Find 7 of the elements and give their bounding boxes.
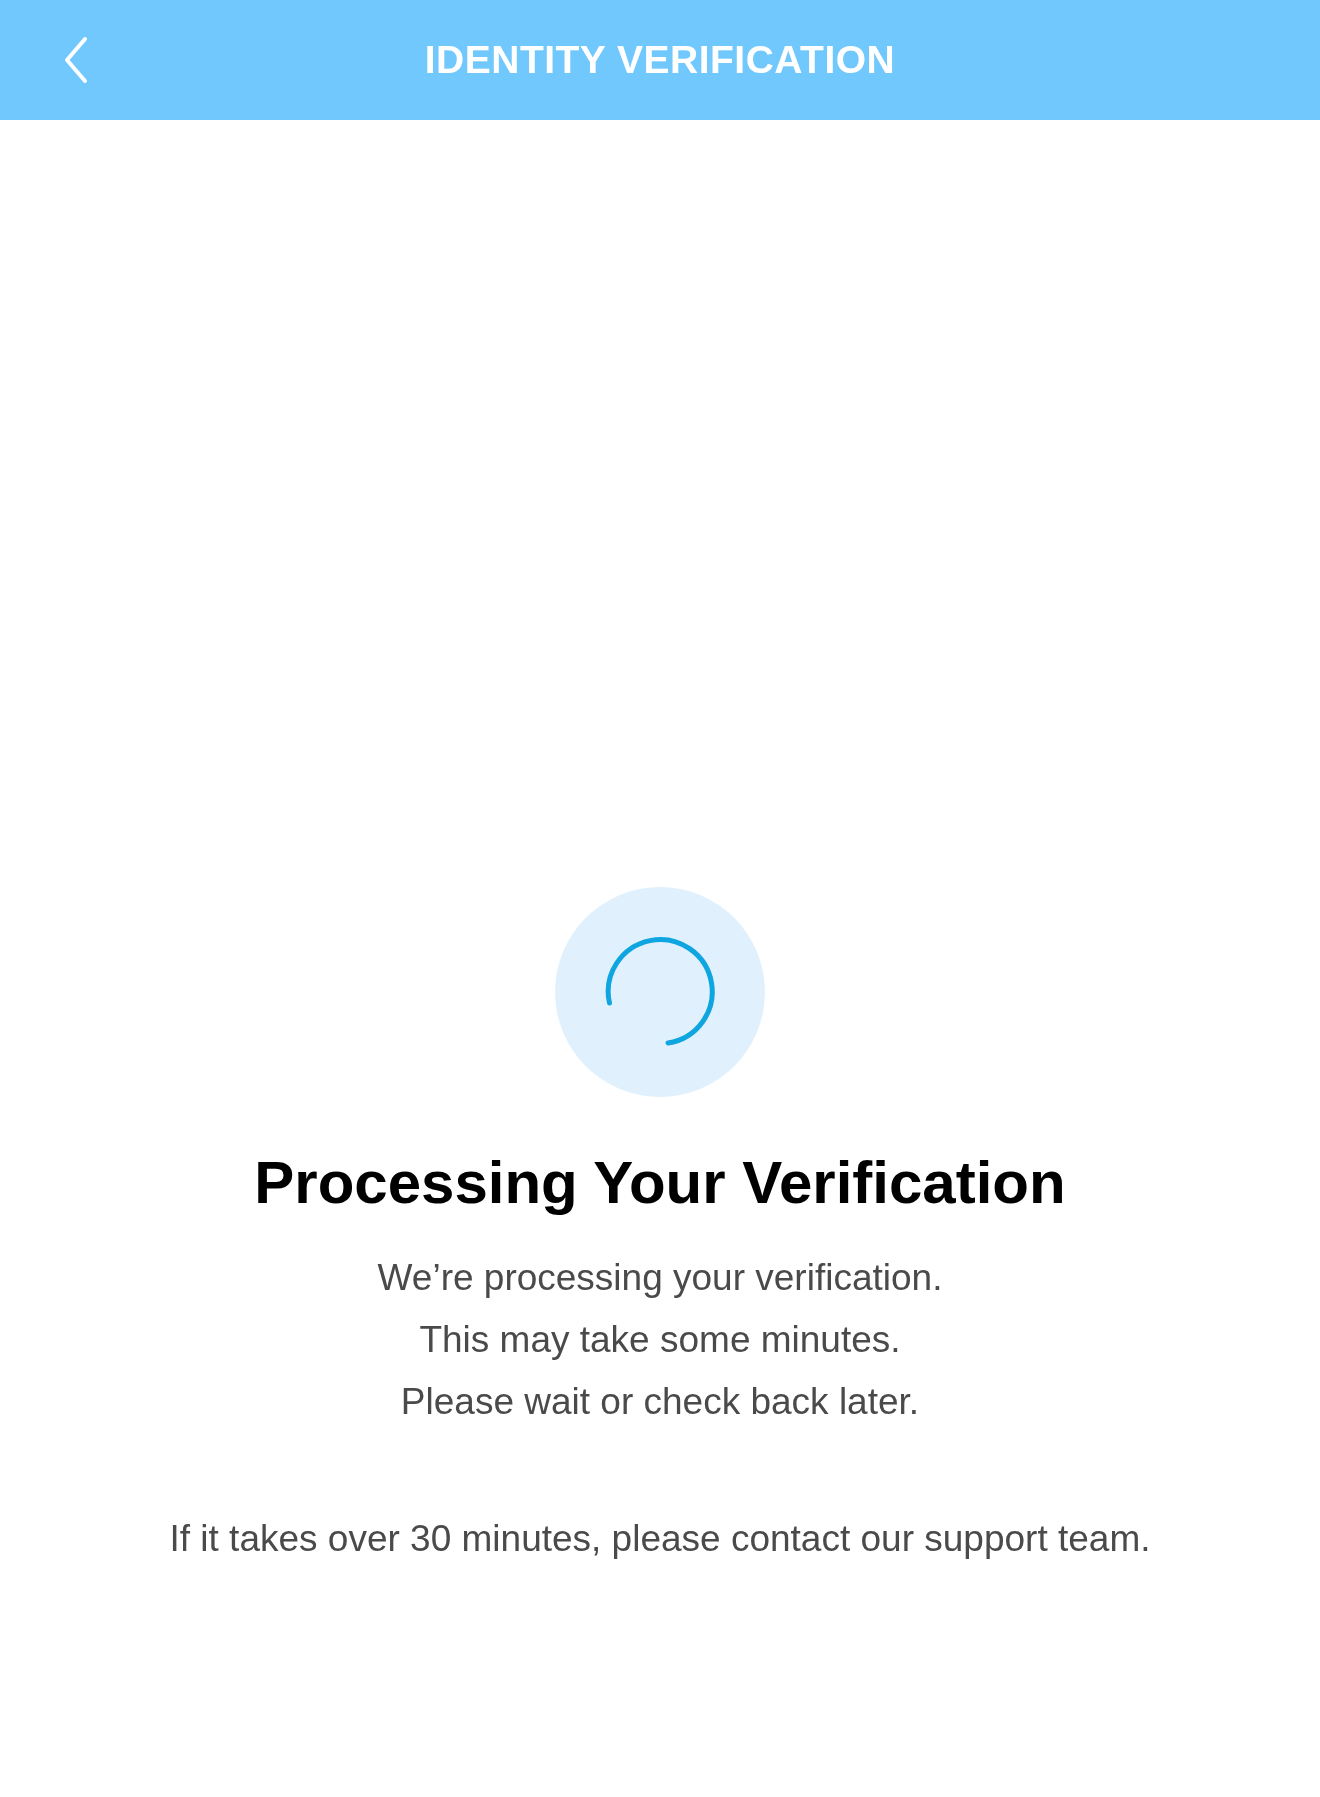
page-title: IDENTITY VERIFICATION: [424, 38, 896, 82]
status-heading: Processing Your Verification: [254, 1148, 1066, 1218]
status-message: Please wait or check back later.: [400, 1380, 920, 1424]
back-icon: [63, 36, 89, 84]
status-message: We’re processing your verification.: [377, 1256, 943, 1300]
status-message: This may take some minutes.: [419, 1318, 901, 1362]
support-note: If it takes over 30 minutes, please contact our support team.: [169, 1517, 1151, 1561]
